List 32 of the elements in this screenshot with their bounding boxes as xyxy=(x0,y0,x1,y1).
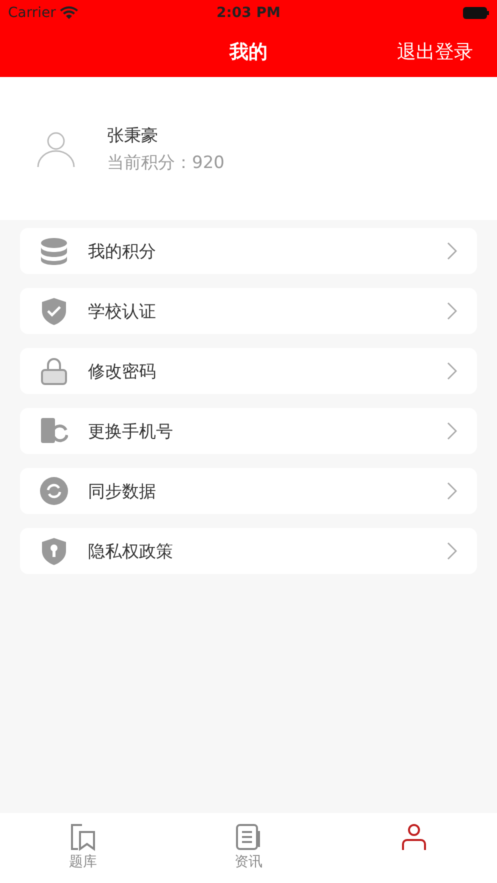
bookmark-icon xyxy=(68,823,97,851)
menu-item[interactable]: 修改密码 xyxy=(20,348,477,394)
menu-item[interactable]: 更换手机号 xyxy=(20,408,477,454)
carrier-label: Carrier xyxy=(8,5,78,21)
chevron-right-icon xyxy=(447,542,457,560)
menu-item[interactable]: 隐私权政策 xyxy=(20,528,477,574)
avatar-icon xyxy=(37,130,75,166)
shield-check-icon xyxy=(40,297,68,325)
chevron-right-icon xyxy=(447,362,457,380)
chevron-right-icon xyxy=(447,302,457,320)
menu-item[interactable]: 我的积分 xyxy=(20,228,477,274)
logout-button[interactable]: 退出登录 xyxy=(397,38,473,64)
battery-icon xyxy=(463,7,489,19)
document-icon xyxy=(234,823,262,851)
shield-keyhole-icon xyxy=(40,537,68,565)
phone-sync-icon xyxy=(40,417,68,445)
menu-item[interactable]: 同步数据 xyxy=(20,468,477,514)
chevron-right-icon xyxy=(447,482,457,500)
points-text: 当前积分：920 xyxy=(107,152,224,174)
sync-icon xyxy=(40,477,68,505)
lock-icon xyxy=(40,357,68,385)
tab-item[interactable]: 题库 xyxy=(0,813,166,883)
page-title: 我的 xyxy=(230,40,268,64)
person-icon xyxy=(400,823,428,851)
chevron-right-icon xyxy=(447,242,457,260)
user-name: 张秉豪 xyxy=(107,124,159,146)
menu-item[interactable]: 学校认证 xyxy=(20,288,477,334)
status-time: 2:03 PM xyxy=(216,5,280,21)
database-icon xyxy=(40,237,68,265)
wifi-icon xyxy=(60,6,78,20)
chevron-right-icon xyxy=(447,422,457,440)
tab-item[interactable]: 资讯 xyxy=(166,813,332,883)
